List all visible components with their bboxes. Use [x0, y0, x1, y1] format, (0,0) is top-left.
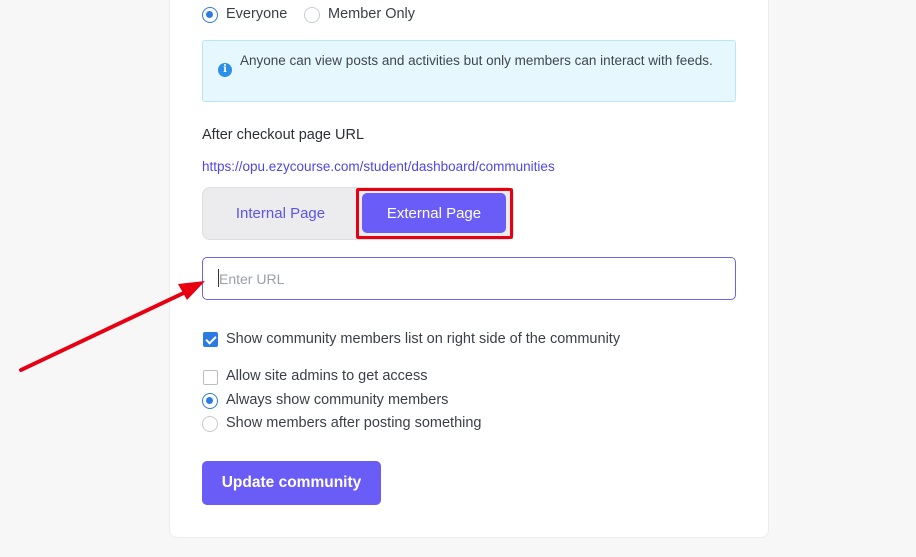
checkout-url-link[interactable]: https://opu.ezycourse.com/student/dashbo… — [202, 159, 555, 174]
visibility-info-text: Anyone can view posts and activities but… — [240, 53, 713, 68]
show-members-list-checkbox[interactable] — [203, 332, 218, 347]
everyone-radio[interactable] — [202, 7, 218, 23]
info-icon: i — [218, 63, 232, 77]
everyone-radio-label[interactable]: Everyone — [226, 6, 287, 22]
member-only-radio-label[interactable]: Member Only — [328, 6, 415, 22]
internal-page-tab[interactable]: Internal Page — [203, 188, 358, 239]
always-show-members-radio[interactable] — [202, 393, 218, 409]
always-show-members-label[interactable]: Always show community members — [226, 392, 448, 408]
visibility-info-box: i Anyone can view posts and activities b… — [202, 40, 736, 102]
show-after-posting-label[interactable]: Show members after posting something — [226, 415, 482, 431]
show-members-list-label[interactable]: Show community members list on right sid… — [226, 331, 620, 347]
text-caret — [218, 269, 219, 287]
checkout-url-title: After checkout page URL — [202, 127, 365, 143]
allow-admins-checkbox[interactable] — [203, 370, 218, 385]
show-after-posting-radio[interactable] — [202, 416, 218, 432]
allow-admins-label[interactable]: Allow site admins to get access — [226, 368, 427, 384]
member-only-radio[interactable] — [304, 7, 320, 23]
external-url-input[interactable] — [202, 257, 736, 300]
update-community-button[interactable]: Update community — [202, 461, 381, 505]
external-page-tab[interactable]: External Page — [362, 193, 506, 233]
